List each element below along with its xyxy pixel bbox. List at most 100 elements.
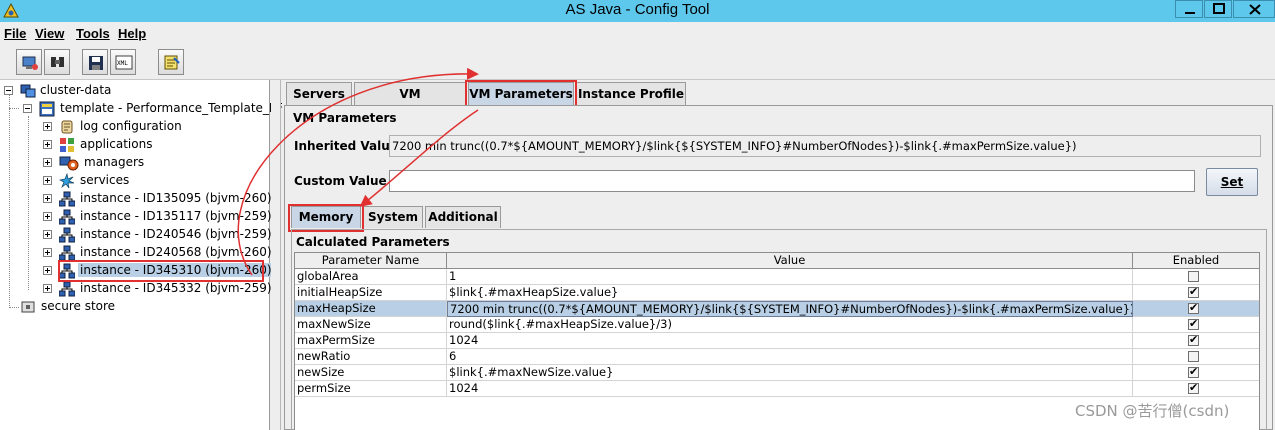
expand-toggle[interactable] xyxy=(43,284,52,293)
cluster-icon xyxy=(20,84,36,98)
expand-toggle[interactable] xyxy=(43,122,52,131)
tab-servers[interactable]: Servers xyxy=(286,82,352,106)
services-icon xyxy=(59,173,75,189)
tree-node-services[interactable]: services xyxy=(43,172,263,190)
watermark-text: CSDN @苦行僧(csdn) xyxy=(1075,402,1230,420)
tree-node-root[interactable]: cluster-data xyxy=(4,82,264,100)
collapse-toggle[interactable] xyxy=(23,104,32,113)
instance-icon xyxy=(59,209,75,225)
expand-toggle[interactable] xyxy=(43,194,52,203)
save-button[interactable] xyxy=(82,49,108,75)
table-row[interactable]: initialHeapSize $link{.#maxHeapSize.valu… xyxy=(295,285,1259,301)
enabled-checkbox[interactable] xyxy=(1188,381,1199,394)
table-row-selected[interactable]: maxHeapSize 7200 min trunc((0.7*${AMOUNT… xyxy=(295,301,1259,317)
instance-icon xyxy=(59,227,75,243)
expand-toggle[interactable] xyxy=(43,266,52,275)
tab-instance-profile[interactable]: Instance Profile xyxy=(576,82,686,106)
param-name-cell: newSize xyxy=(295,365,447,381)
expand-toggle[interactable] xyxy=(43,158,52,167)
table-row[interactable]: maxPermSize 1024 xyxy=(295,333,1259,349)
instance-icon xyxy=(59,191,75,207)
instance-icon xyxy=(59,263,75,279)
panel-splitter[interactable] xyxy=(271,80,281,430)
tree-node-instance[interactable]: instance - ID135117 (bjvm-259) xyxy=(43,208,272,226)
tree-connector xyxy=(9,307,19,308)
custom-value-label: Custom Value xyxy=(294,174,387,188)
subtab-memory[interactable]: Memory xyxy=(291,206,361,228)
maximize-icon xyxy=(1213,3,1225,14)
tab-vm-parameters[interactable]: VM Parameters xyxy=(468,82,574,106)
tree-connector xyxy=(28,116,29,290)
cluster-tree[interactable]: cluster-data template - Performance_Temp… xyxy=(0,80,284,430)
param-name-cell: globalArea xyxy=(295,269,447,285)
tree-node-instance-selected[interactable]: instance - ID345310 (bjvm-260) xyxy=(43,262,274,280)
set-button[interactable]: Set xyxy=(1206,168,1258,196)
maximize-button[interactable] xyxy=(1204,0,1232,18)
tree-node-instance[interactable]: instance - ID240546 (bjvm-259) xyxy=(43,226,272,244)
enabled-checkbox[interactable] xyxy=(1188,351,1199,362)
subtab-additional[interactable]: Additional xyxy=(425,206,501,228)
enabled-checkbox[interactable] xyxy=(1188,333,1199,346)
table-header: Parameter Name Value Enabled xyxy=(295,253,1259,269)
tree-node-log-configuration[interactable]: log configuration xyxy=(43,118,263,136)
param-value-cell: 7200 min trunc((0.7*${AMOUNT_MEMORY}/$li… xyxy=(447,301,1133,317)
tree-node-managers[interactable]: managers xyxy=(43,154,263,172)
table-row[interactable]: globalArea 1 xyxy=(295,269,1259,285)
enabled-checkbox[interactable] xyxy=(1188,365,1199,378)
menu-file[interactable]: File xyxy=(4,26,26,41)
expand-toggle[interactable] xyxy=(43,248,52,257)
tree-node-template[interactable]: template - Performance_Template_BF xyxy=(23,100,284,118)
scroll-icon xyxy=(61,120,73,134)
expand-toggle[interactable] xyxy=(43,140,52,149)
param-value-cell: 6 xyxy=(447,349,1133,365)
close-button[interactable] xyxy=(1233,0,1275,18)
param-name-cell: maxHeapSize xyxy=(295,301,447,317)
table-row[interactable]: newRatio 6 xyxy=(295,349,1259,365)
expand-toggle[interactable] xyxy=(43,212,52,221)
close-icon xyxy=(1249,4,1261,15)
param-value-cell: 1 xyxy=(447,269,1133,285)
expand-toggle[interactable] xyxy=(43,176,52,185)
menu-view[interactable]: View xyxy=(35,26,64,41)
param-name-cell: permSize xyxy=(295,381,447,397)
tree-node-instance[interactable]: instance - ID240568 (bjvm-260) xyxy=(43,244,272,262)
table-row[interactable]: maxNewSize round($link{.#maxHeapSize.val… xyxy=(295,317,1259,333)
subtab-system[interactable]: System xyxy=(363,206,423,228)
enabled-checkbox[interactable] xyxy=(1188,317,1199,330)
managers-icon xyxy=(59,156,79,171)
tree-node-instance[interactable]: instance - ID135095 (bjvm-260) xyxy=(43,190,272,208)
menu-help[interactable]: Help xyxy=(118,26,146,41)
table-row[interactable]: permSize 1024 xyxy=(295,381,1259,397)
param-value-cell: $link{.#maxHeapSize.value} xyxy=(447,285,1133,301)
enabled-checkbox[interactable] xyxy=(1188,301,1199,314)
enabled-checkbox[interactable] xyxy=(1188,285,1199,298)
tree-node-label: instance - ID345310 (bjvm-260) xyxy=(78,263,274,277)
column-header[interactable]: Parameter Name xyxy=(295,253,447,269)
details-panel: Servers VM Environment VM Parameters Ins… xyxy=(282,80,1275,430)
table-row[interactable]: newSize $link{.#maxNewSize.value} xyxy=(295,365,1259,381)
minimize-button[interactable] xyxy=(1175,0,1203,18)
column-header[interactable]: Enabled xyxy=(1133,253,1259,269)
tree-node-label: instance - ID240568 (bjvm-260) xyxy=(80,245,272,259)
param-name-cell: maxNewSize xyxy=(295,317,447,333)
collapse-toggle[interactable] xyxy=(4,86,13,95)
tree-connector xyxy=(9,108,19,109)
column-header[interactable]: Value xyxy=(447,253,1133,269)
expert-mode-button[interactable] xyxy=(158,49,184,75)
menu-tools[interactable]: Tools xyxy=(76,26,110,41)
xml-export-icon: XML xyxy=(115,55,133,70)
tree-node-instance[interactable]: instance - ID345332 (bjvm-259) xyxy=(43,280,272,298)
expand-toggle[interactable] xyxy=(43,230,52,239)
custom-value-input[interactable] xyxy=(389,170,1195,192)
xml-export-button[interactable]: XML xyxy=(110,49,136,75)
applications-icon xyxy=(60,138,74,152)
connect-button[interactable] xyxy=(16,49,42,75)
param-value-cell: round($link{.#maxHeapSize.value}/3) xyxy=(447,317,1133,333)
tree-node-applications[interactable]: applications xyxy=(43,136,263,154)
template-icon xyxy=(39,101,55,117)
tab-vm-environment[interactable]: VM Environment xyxy=(354,82,466,123)
enabled-checkbox[interactable] xyxy=(1188,271,1199,282)
tree-node-secure-store[interactable]: secure store xyxy=(20,298,220,316)
find-button[interactable] xyxy=(44,49,70,75)
tree-node-label: instance - ID240546 (bjvm-259) xyxy=(80,227,272,241)
